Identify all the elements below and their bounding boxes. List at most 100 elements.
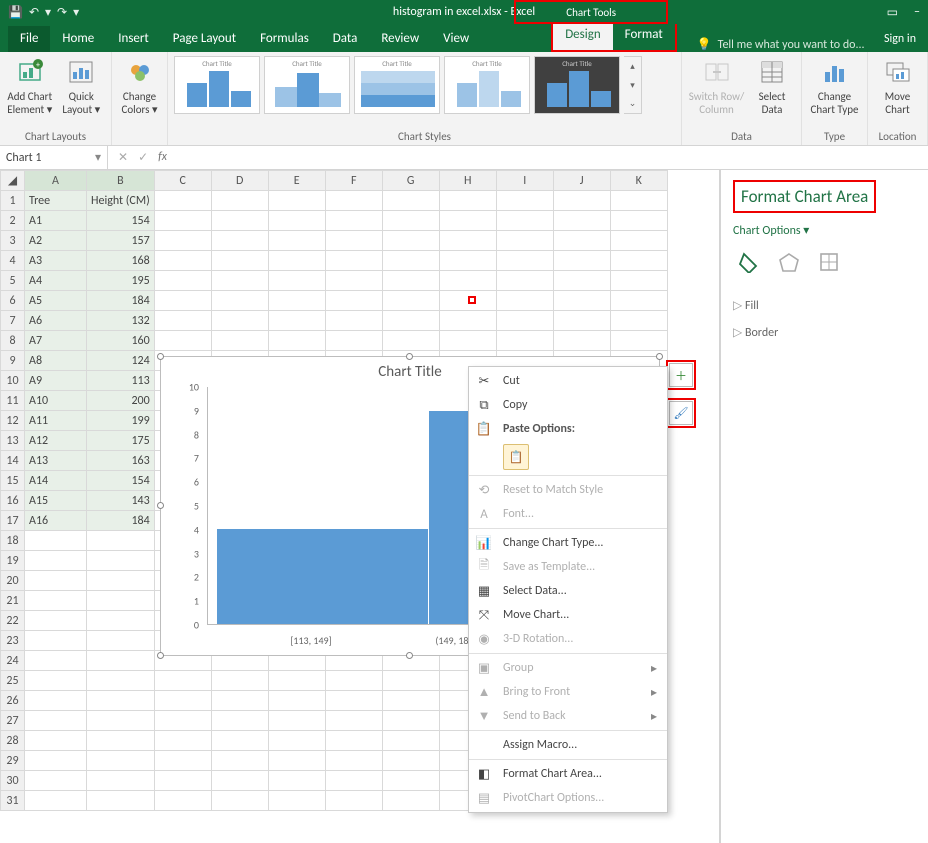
cell[interactable]: A13 [25, 451, 87, 471]
row-header[interactable]: 3 [1, 231, 25, 251]
cell[interactable] [25, 631, 87, 651]
cell[interactable] [610, 191, 667, 211]
cell[interactable] [325, 211, 382, 231]
worksheet-grid[interactable]: ◢ A B C D E F G H I J K 1TreeHeight (CM)… [0, 170, 720, 843]
cell[interactable] [610, 251, 667, 271]
cell[interactable] [382, 691, 439, 711]
cell[interactable] [439, 311, 496, 331]
row-header[interactable]: 13 [1, 431, 25, 451]
cell[interactable]: 132 [87, 311, 155, 331]
cell[interactable] [553, 311, 610, 331]
cell[interactable]: Tree [25, 191, 87, 211]
cell[interactable] [211, 291, 268, 311]
cell[interactable] [268, 191, 325, 211]
cell[interactable] [553, 291, 610, 311]
row-header[interactable]: 30 [1, 771, 25, 791]
col-header-E[interactable]: E [268, 171, 325, 191]
cell[interactable] [553, 211, 610, 231]
row-header[interactable]: 24 [1, 651, 25, 671]
cell[interactable] [382, 191, 439, 211]
col-header-D[interactable]: D [211, 171, 268, 191]
cell[interactable] [268, 711, 325, 731]
cell[interactable]: A6 [25, 311, 87, 331]
cell[interactable] [87, 731, 155, 751]
cell[interactable] [25, 771, 87, 791]
chart-styles-gallery[interactable]: Chart Title Chart Title Chart Title Char… [174, 56, 675, 114]
cell[interactable] [211, 251, 268, 271]
row-header[interactable]: 25 [1, 671, 25, 691]
name-box[interactable]: Chart 1▾ [0, 146, 108, 169]
cell[interactable]: 154 [87, 211, 155, 231]
row-header[interactable]: 29 [1, 751, 25, 771]
size-tab-icon[interactable] [817, 250, 841, 274]
cell[interactable] [211, 231, 268, 251]
cell[interactable] [610, 331, 667, 351]
cell[interactable]: 199 [87, 411, 155, 431]
row-header[interactable]: 9 [1, 351, 25, 371]
cell[interactable] [439, 211, 496, 231]
cell[interactable] [553, 271, 610, 291]
cell[interactable] [610, 231, 667, 251]
tab-file[interactable]: File [8, 26, 50, 52]
cell[interactable] [382, 271, 439, 291]
cell[interactable] [154, 731, 211, 751]
cell[interactable] [325, 231, 382, 251]
cell[interactable] [496, 331, 553, 351]
chart-style-3[interactable]: Chart Title [354, 56, 440, 114]
ctx-cut[interactable]: ✂Cut [469, 369, 667, 393]
row-header[interactable]: 15 [1, 471, 25, 491]
cell[interactable] [325, 791, 382, 811]
cell[interactable] [25, 731, 87, 751]
tab-design[interactable]: Design [553, 22, 612, 50]
cell[interactable] [87, 691, 155, 711]
cancel-icon[interactable]: ✕ [118, 150, 128, 165]
cell[interactable] [382, 771, 439, 791]
chart-styles-button[interactable]: 🖌 [669, 401, 693, 425]
styles-gallery-more[interactable]: ▴▾⌄ [624, 56, 642, 114]
row-header[interactable]: 23 [1, 631, 25, 651]
cell[interactable] [268, 251, 325, 271]
cell[interactable] [496, 291, 553, 311]
cell[interactable] [87, 771, 155, 791]
cell[interactable] [496, 311, 553, 331]
cell[interactable] [25, 751, 87, 771]
col-header-C[interactable]: C [154, 171, 211, 191]
quick-layout-button[interactable]: Quick Layout ▾ [58, 56, 106, 116]
fx-icon[interactable]: fx [158, 150, 175, 165]
cell[interactable] [87, 631, 155, 651]
cell[interactable] [382, 231, 439, 251]
add-chart-element-button[interactable]: + Add Chart Element ▾ [6, 56, 54, 116]
cell[interactable] [268, 211, 325, 231]
cell[interactable]: 200 [87, 391, 155, 411]
cell[interactable] [382, 751, 439, 771]
tab-review[interactable]: Review [369, 26, 431, 52]
cell[interactable] [87, 711, 155, 731]
move-chart-button[interactable]: Move Chart [874, 56, 921, 116]
col-header-G[interactable]: G [382, 171, 439, 191]
resize-handle[interactable] [157, 353, 164, 360]
cell[interactable]: A4 [25, 271, 87, 291]
cell[interactable] [382, 311, 439, 331]
cell[interactable] [439, 331, 496, 351]
cell[interactable] [496, 251, 553, 271]
enter-icon[interactable]: ✓ [138, 150, 148, 165]
cell[interactable] [25, 551, 87, 571]
cell[interactable] [25, 671, 87, 691]
cell[interactable]: A14 [25, 471, 87, 491]
save-icon[interactable]: 💾 [8, 5, 23, 20]
cell[interactable] [325, 191, 382, 211]
resize-handle[interactable] [406, 652, 413, 659]
tab-home[interactable]: Home [50, 26, 106, 52]
row-header[interactable]: 26 [1, 691, 25, 711]
cell[interactable] [553, 231, 610, 251]
cell[interactable]: 163 [87, 451, 155, 471]
cell[interactable] [382, 291, 439, 311]
col-header-K[interactable]: K [610, 171, 667, 191]
cell[interactable] [325, 691, 382, 711]
cell[interactable] [154, 251, 211, 271]
cell[interactable] [325, 731, 382, 751]
cell[interactable] [325, 311, 382, 331]
ctx-select-data[interactable]: ▦Select Data... [469, 579, 667, 603]
cell[interactable] [87, 611, 155, 631]
row-header[interactable]: 12 [1, 411, 25, 431]
